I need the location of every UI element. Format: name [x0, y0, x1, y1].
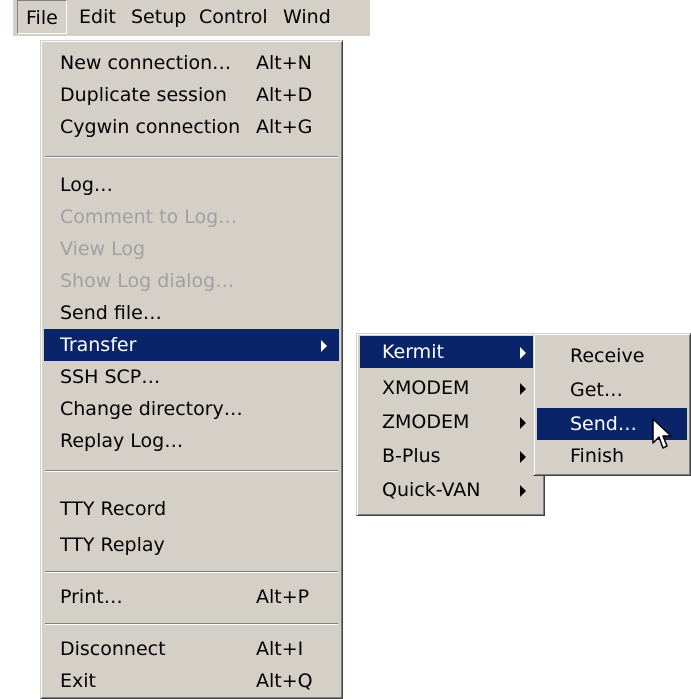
menu-item-shortcut: Alt+N	[256, 52, 312, 74]
menu-item-label: Kermit	[382, 341, 444, 363]
menu-item-label: Show Log dialog…	[60, 270, 235, 292]
menu-item-label: Transfer	[60, 334, 137, 356]
menu-item-shortcut: Alt+I	[256, 638, 304, 660]
mouse-pointer-icon	[652, 418, 672, 449]
menu-item-transfer[interactable]: Transfer	[44, 329, 339, 361]
transfer-submenu: Kermit XMODEM ZMODEM B-Plus Quick-VAN	[356, 333, 545, 516]
menu-item-label: SSH SCP…	[60, 366, 161, 388]
menu-item-send-file[interactable]: Send file…	[44, 297, 339, 329]
menu-item-label: B-Plus	[382, 445, 441, 467]
submenu-item-receive[interactable]: Receive	[537, 340, 687, 372]
submenu-item-zmodem[interactable]: ZMODEM	[360, 406, 541, 438]
menu-control[interactable]: Control	[191, 0, 276, 34]
menu-item-log[interactable]: Log…	[44, 169, 339, 201]
menu-separator	[45, 623, 338, 625]
menu-item-print[interactable]: Print… Alt+P	[44, 581, 339, 613]
submenu-item-kermit[interactable]: Kermit	[360, 336, 541, 368]
menu-item-label: View Log	[60, 238, 146, 260]
menu-item-new-connection[interactable]: New connection… Alt+N	[44, 47, 339, 79]
menu-item-exit[interactable]: Exit Alt+Q	[44, 665, 339, 697]
menu-item-view-log: View Log	[44, 233, 339, 265]
menu-file[interactable]: File	[17, 0, 67, 34]
menu-item-label: Get…	[570, 379, 623, 401]
submenu-item-b-plus[interactable]: B-Plus	[360, 440, 541, 472]
menu-item-label: Comment to Log…	[60, 206, 238, 228]
menu-item-shortcut: Alt+D	[256, 84, 313, 106]
menu-item-label: Send…	[570, 413, 637, 435]
menu-item-label: New connection…	[60, 52, 232, 74]
menu-item-shortcut: Alt+P	[256, 586, 310, 608]
menu-item-disconnect[interactable]: Disconnect Alt+I	[44, 633, 339, 665]
menu-item-label: Replay Log…	[60, 430, 184, 452]
menu-item-tty-record[interactable]: TTY Record	[44, 493, 339, 525]
menu-item-label: Print…	[60, 586, 123, 608]
menu-item-tty-replay[interactable]: TTY Replay	[44, 529, 339, 561]
menu-separator	[45, 470, 338, 472]
menu-item-label: Log…	[60, 174, 113, 196]
menu-item-label: Finish	[570, 445, 625, 467]
menu-item-label: ZMODEM	[382, 411, 470, 433]
menu-item-comment-to-log: Comment to Log…	[44, 201, 339, 233]
submenu-arrow-icon	[520, 485, 526, 497]
menu-item-change-directory[interactable]: Change directory…	[44, 393, 339, 425]
submenu-item-get[interactable]: Get…	[537, 374, 687, 406]
menu-window[interactable]: Wind	[275, 0, 339, 34]
file-menu: New connection… Alt+N Duplicate session …	[40, 40, 343, 699]
menu-item-label: Change directory…	[60, 398, 243, 420]
submenu-arrow-icon	[321, 340, 327, 352]
menu-item-label: Disconnect	[60, 638, 166, 660]
menu-item-label: Duplicate session	[60, 84, 227, 106]
menu-separator	[45, 571, 338, 573]
submenu-arrow-icon	[520, 347, 526, 359]
menu-item-label: Receive	[570, 345, 645, 367]
menu-item-label: TTY Record	[60, 498, 167, 520]
menu-separator	[45, 156, 338, 158]
menu-bar: File Edit Setup Control Wind	[13, 0, 370, 36]
menu-item-replay-log[interactable]: Replay Log…	[44, 425, 339, 457]
menu-item-cygwin-connection[interactable]: Cygwin connection Alt+G	[44, 111, 339, 143]
menu-item-label: Quick-VAN	[382, 479, 481, 501]
submenu-item-xmodem[interactable]: XMODEM	[360, 372, 541, 404]
submenu-arrow-icon	[520, 383, 526, 395]
menu-setup[interactable]: Setup	[123, 0, 194, 34]
menu-item-ssh-scp[interactable]: SSH SCP…	[44, 361, 339, 393]
submenu-arrow-icon	[520, 451, 526, 463]
menu-item-duplicate-session[interactable]: Duplicate session Alt+D	[44, 79, 339, 111]
submenu-arrow-icon	[520, 417, 526, 429]
menu-edit[interactable]: Edit	[71, 0, 124, 34]
submenu-item-quick-van[interactable]: Quick-VAN	[360, 474, 541, 506]
menu-item-shortcut: Alt+G	[256, 116, 313, 138]
menu-item-label: TTY Replay	[60, 534, 165, 556]
menu-item-shortcut: Alt+Q	[256, 670, 313, 692]
menu-item-show-log-dialog: Show Log dialog…	[44, 265, 339, 297]
menu-item-label: Cygwin connection	[60, 116, 241, 138]
menu-item-label: Send file…	[60, 302, 162, 324]
menu-item-label: XMODEM	[382, 377, 470, 399]
kermit-submenu: Receive Get… Send… Finish	[533, 333, 691, 476]
menu-item-label: Exit	[60, 670, 96, 692]
